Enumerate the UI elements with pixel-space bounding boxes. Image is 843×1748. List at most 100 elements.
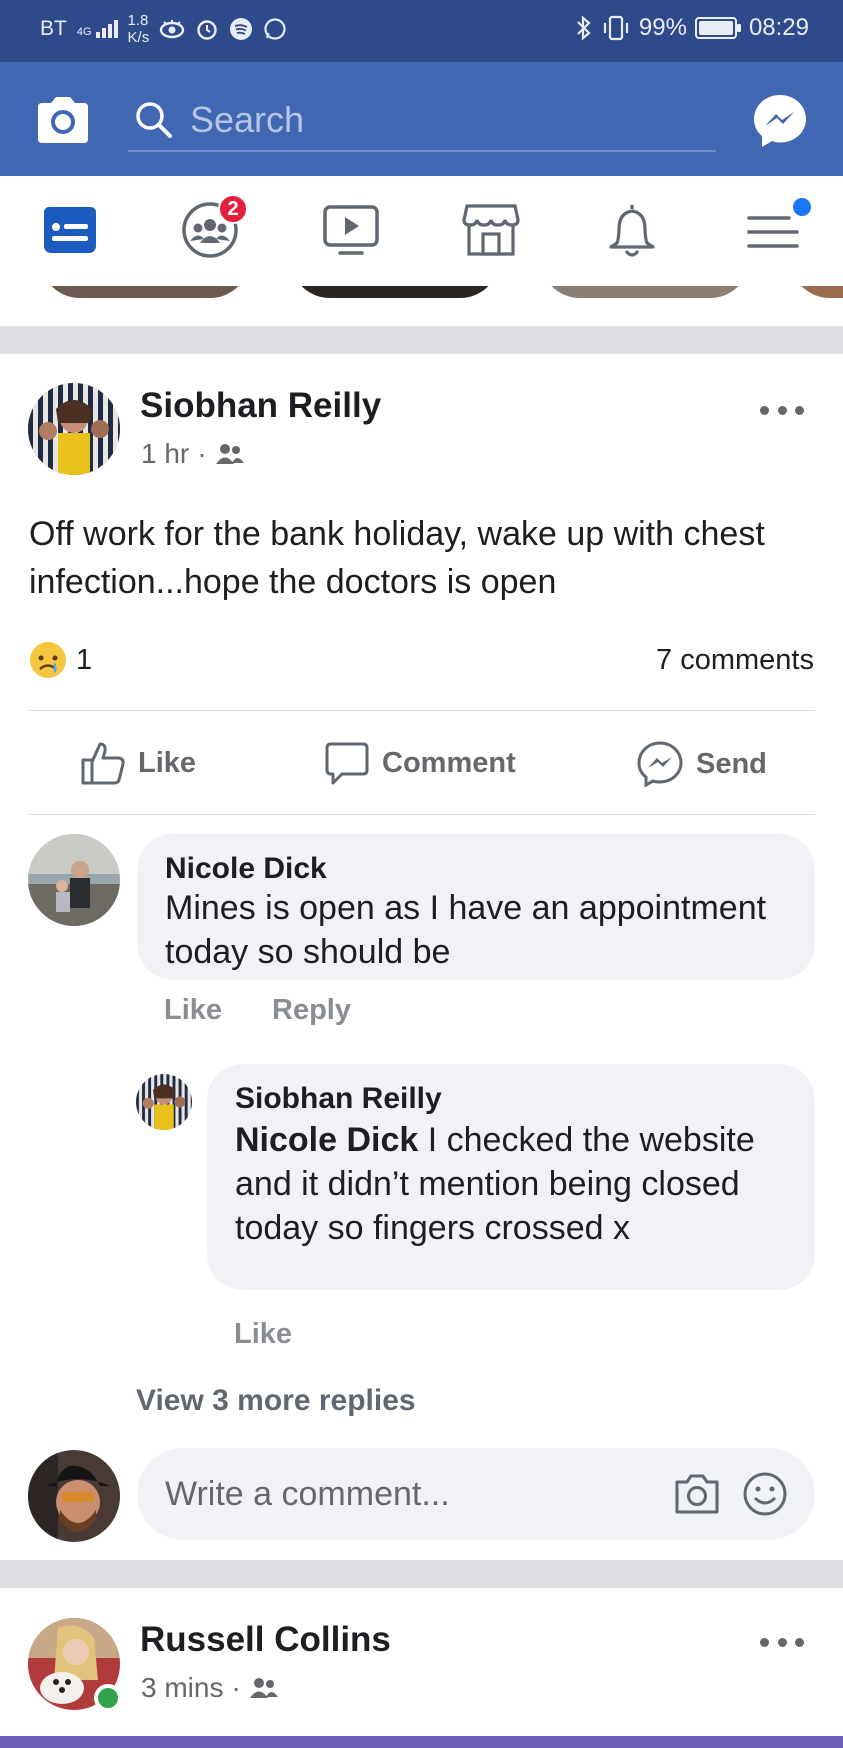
comment-compose-box[interactable] [137, 1448, 815, 1540]
reaction-count: 1 [76, 643, 93, 676]
search-icon [136, 102, 172, 138]
stories-strip [0, 286, 843, 326]
status-bar: BT 4G 1.8 K/s 99% 08:29 [0, 0, 843, 62]
reply-author[interactable]: Siobhan Reilly [235, 1082, 442, 1116]
battery-level [698, 21, 733, 35]
tab-news-feed[interactable] [38, 198, 102, 262]
battery-icon [694, 17, 741, 39]
tab-groups[interactable]: 2 [178, 194, 248, 262]
post-author-name[interactable]: Siobhan Reilly [140, 386, 381, 426]
feed-separator [0, 1560, 843, 1588]
friends-audience-icon [215, 444, 244, 464]
send-label: Send [696, 747, 767, 780]
online-status-indicator [94, 1684, 122, 1712]
bluetooth-icon [577, 15, 591, 41]
commenter-avatar[interactable] [28, 834, 120, 926]
camera-icon[interactable] [673, 1470, 721, 1518]
comment-bubble: Nicole Dick Mines is open as I have an a… [137, 834, 815, 980]
camera-icon[interactable] [34, 95, 92, 145]
comment-input[interactable] [165, 1468, 635, 1520]
story-card[interactable] [540, 286, 750, 298]
clock: 08:29 [748, 14, 809, 41]
post-options-button[interactable] [760, 400, 804, 420]
tab-notifications[interactable] [600, 198, 664, 262]
comment-author[interactable]: Nicole Dick [165, 852, 327, 886]
spotify-icon [230, 18, 253, 40]
tab-menu[interactable] [741, 198, 811, 262]
post-text: Off work for the bank holiday, wake up w… [29, 515, 765, 601]
story-card[interactable] [40, 286, 250, 298]
feed-post: Siobhan Reilly 1 hr · Off work for the b… [0, 354, 843, 1560]
tab-watch[interactable] [319, 198, 383, 262]
current-user-avatar [28, 1450, 120, 1542]
avatar-photo [136, 1074, 192, 1130]
tab-marketplace[interactable] [459, 198, 523, 262]
comment-reply-button[interactable]: Reply [272, 994, 351, 1027]
signal-icon: 4G [77, 20, 118, 38]
reply-text: Nicole Dick I checked the website and it… [235, 1118, 795, 1250]
author-avatar[interactable] [28, 383, 120, 475]
app-header [0, 62, 843, 176]
like-label: Like [138, 746, 197, 779]
comment-label: Comment [382, 746, 516, 779]
reply-like-button[interactable]: Like [234, 1318, 292, 1351]
post-author-name[interactable]: Russell Collins [140, 1620, 391, 1660]
post-options-button[interactable] [760, 1632, 804, 1652]
messenger-send-icon [637, 741, 683, 788]
send-button[interactable]: Send [636, 740, 767, 788]
view-more-replies[interactable]: View 3 more replies [136, 1384, 416, 1418]
menu-notification-dot [793, 198, 811, 216]
status-right: 99% 08:29 [575, 14, 809, 42]
network-speed: 1.8 K/s [128, 12, 150, 46]
feed-post: Russell Collins 3 mins · [0, 1588, 843, 1736]
comment-text: Mines is open as I have an appointment t… [165, 889, 767, 971]
nav-tab-bar: 2 [0, 176, 843, 286]
comment-like-button[interactable]: Like [164, 994, 222, 1027]
mention-link[interactable]: Nicole Dick [235, 1121, 418, 1159]
sad-reaction-icon [30, 642, 66, 678]
news-feed-icon [44, 207, 96, 253]
vibrate-icon [603, 15, 628, 41]
speed-unit: K/s [127, 29, 150, 46]
story-card[interactable] [790, 286, 843, 298]
avatar-photo [28, 1450, 120, 1542]
battery-percent: 99% [638, 14, 687, 41]
emoji-icon[interactable] [741, 1470, 789, 1518]
groups-badge: 2 [218, 194, 248, 224]
meta-separator: · [197, 438, 207, 469]
post-timestamp[interactable]: 3 mins [141, 1672, 223, 1704]
comments-count[interactable]: 7 comments [656, 644, 814, 677]
meta-separator: · [231, 1672, 241, 1703]
divider [28, 814, 815, 815]
messenger-icon[interactable] [751, 92, 809, 150]
reply-author-avatar[interactable] [136, 1074, 192, 1130]
status-left: BT 4G 1.8 K/s [40, 12, 287, 46]
search-input[interactable] [190, 94, 690, 146]
alarm-icon [197, 20, 217, 40]
thumbs-up-icon [81, 742, 125, 785]
avatar-photo [28, 834, 120, 926]
like-button[interactable]: Like [80, 740, 196, 786]
comment-button[interactable]: Comment [324, 740, 516, 786]
speed-value: 1.8 [127, 12, 149, 29]
eye-icon [160, 20, 185, 39]
marketplace-icon [462, 204, 520, 256]
next-post-peek [0, 1736, 843, 1748]
whatsapp-icon [264, 18, 286, 40]
carrier-label: BT [40, 17, 67, 40]
avatar-photo [28, 383, 120, 475]
friends-audience-icon [249, 1678, 278, 1698]
feed-separator [0, 326, 843, 354]
reply-bubble: Siobhan Reilly Nicole Dick I checked the… [207, 1064, 815, 1290]
search-bar[interactable] [128, 88, 716, 152]
comment-bubble-icon [325, 742, 369, 785]
post-timestamp[interactable]: 1 hr [141, 438, 189, 470]
watch-video-icon [323, 205, 379, 255]
network-type: 4G [76, 26, 92, 38]
post-meta: 3 mins · [141, 1672, 279, 1704]
bell-icon [609, 205, 655, 257]
story-card[interactable] [290, 286, 500, 298]
reactions-summary[interactable]: 1 [28, 640, 92, 680]
divider [28, 710, 815, 711]
menu-icon [747, 216, 799, 248]
